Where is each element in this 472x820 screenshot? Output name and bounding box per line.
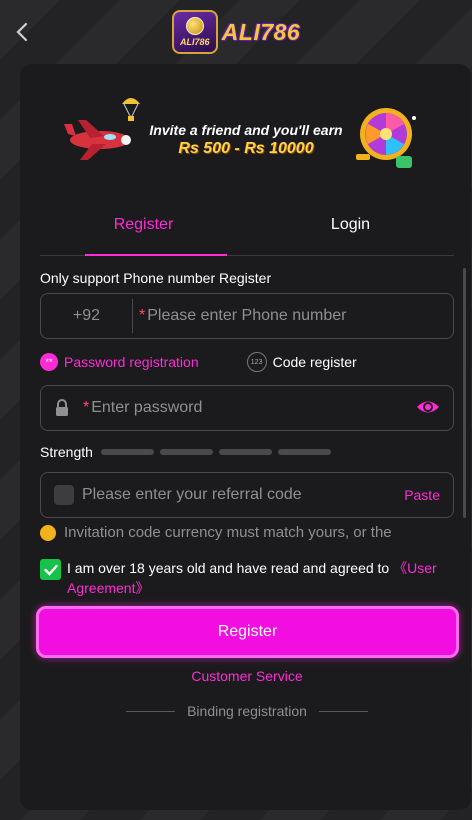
password-placeholder: Enter password [91, 399, 203, 416]
back-button[interactable] [10, 18, 34, 46]
eye-icon[interactable] [415, 396, 441, 423]
banner-line2: Rs 500 - Rs 10000 [178, 140, 314, 157]
phone-field[interactable]: +92 * Please enter Phone number [40, 293, 454, 339]
scrollbar[interactable] [463, 268, 466, 518]
register-button[interactable]: Register [36, 606, 459, 658]
strength-bar [218, 449, 272, 455]
agree-checkbox[interactable] [40, 559, 61, 580]
agreement-text: I am over 18 years old and have read and… [67, 558, 454, 598]
code-123-icon: 123 [246, 352, 267, 372]
option-code-register[interactable]: 123 Code register [246, 352, 357, 372]
logo: ALI786 ALI786 [171, 10, 301, 54]
option-password-registration[interactable]: ** Password registration [40, 353, 199, 371]
phone-input[interactable]: * Please enter Phone number [133, 307, 346, 325]
logo-badge: ALI786 [171, 10, 218, 54]
agreement-statement: I am over 18 years old and have read and… [67, 560, 394, 576]
divider-line [318, 710, 369, 712]
prize-wheel-icon [356, 108, 416, 168]
currency-notice: Invitation code currency must match your… [40, 524, 454, 541]
tab-register[interactable]: Register [40, 204, 247, 256]
country-code[interactable]: +92 [41, 299, 133, 333]
phone-placeholder: Please enter Phone number [147, 307, 347, 324]
paste-button[interactable]: Paste [404, 487, 440, 503]
chevron-left-icon [16, 22, 28, 42]
lock-icon [41, 399, 83, 417]
tab-login[interactable]: Login [247, 204, 454, 255]
logo-badge-text: ALI786 [180, 37, 210, 47]
binding-registration-label[interactable]: Binding registration [187, 703, 307, 719]
customer-service-link[interactable]: Customer Service [0, 668, 472, 684]
required-mark: * [139, 307, 146, 324]
binding-registration: Binding registration [126, 703, 369, 719]
agreement-row: I am over 18 years old and have read and… [40, 558, 454, 598]
registration-options: ** Password registration 123 Code regist… [40, 351, 454, 373]
check-icon [43, 564, 58, 576]
password-strength: Strength [40, 444, 331, 460]
banner-line1: Invite a friend and you'll earn [149, 122, 343, 138]
strength-label: Strength [40, 444, 93, 460]
strength-bars [100, 449, 331, 455]
notice-text: Invitation code currency must match your… [64, 524, 392, 541]
referral-icon [54, 485, 74, 505]
password-field[interactable]: * Enter password [40, 385, 454, 431]
strength-bar [159, 449, 213, 455]
logo-text: ALI786 [221, 18, 301, 45]
referral-placeholder: Please enter your referral code [82, 486, 302, 503]
strength-bar [277, 449, 331, 455]
divider-line [126, 710, 176, 712]
strength-bar [100, 449, 154, 455]
header: ALI786 ALI786 [0, 0, 472, 64]
required-mark: * [83, 399, 90, 416]
invite-banner[interactable]: Invite a friend and you'll earn Rs 500 -… [46, 90, 426, 176]
airplane-icon [64, 120, 131, 160]
option-code-label: Code register [272, 354, 357, 370]
support-label: Only support Phone number Register [40, 270, 272, 286]
referral-field[interactable]: Please enter your referral code Paste [40, 472, 454, 518]
option-password-label: Password registration [64, 354, 199, 370]
banner-text: Invite a friend and you'll earn Rs 500 -… [136, 122, 356, 158]
parachute-icon [122, 98, 140, 121]
coin-icon [185, 17, 204, 35]
password-dots-icon: ** [40, 353, 58, 371]
auth-tabs: Register Login [40, 204, 454, 256]
info-dot-icon [40, 524, 56, 541]
